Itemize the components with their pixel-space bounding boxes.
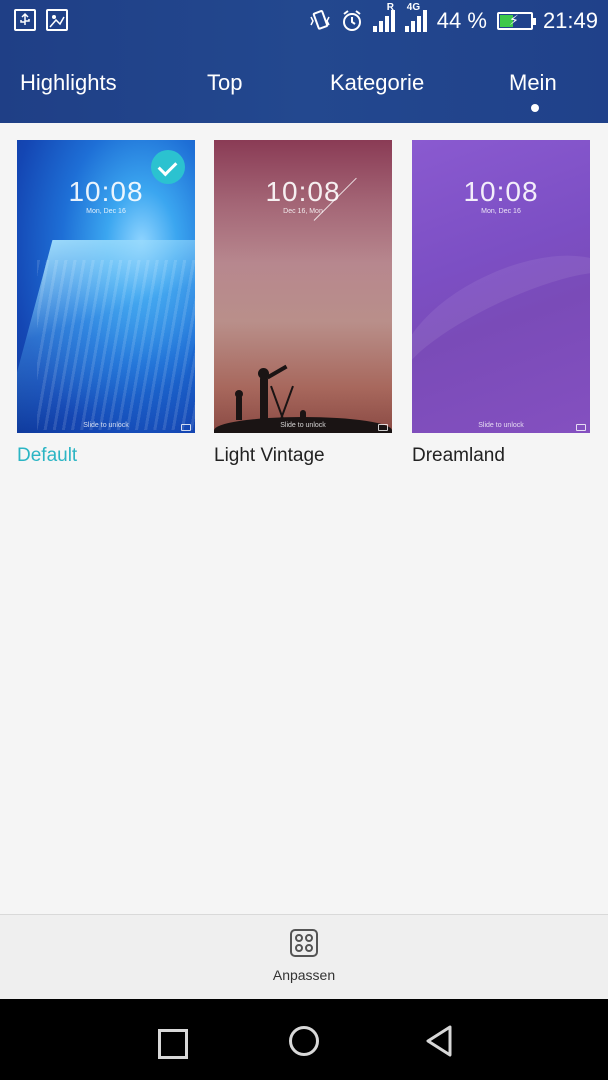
- camera-icon: [181, 424, 191, 431]
- theme-card-dreamland[interactable]: 10:08 Mon, Dec 16 Slide to unlock Dreaml…: [412, 140, 590, 467]
- roaming-tag: R: [386, 2, 395, 13]
- network-type-tag: 4G: [406, 2, 421, 13]
- tab-kategorie[interactable]: Kategorie: [330, 70, 424, 96]
- tab-top[interactable]: Top: [207, 70, 242, 96]
- theme-name[interactable]: Light Vintage: [214, 445, 392, 467]
- bottom-action-bar: Anpassen: [0, 914, 608, 999]
- grid-customize-icon: [290, 929, 318, 957]
- preview-unlock: Slide to unlock: [83, 422, 129, 429]
- preview-unlock: Slide to unlock: [478, 422, 524, 429]
- active-tab-indicator: [531, 104, 539, 112]
- theme-name[interactable]: Dreamland: [412, 445, 590, 467]
- preview-time: 10:08: [463, 176, 539, 207]
- tab-mein[interactable]: Mein: [509, 70, 557, 96]
- selected-check-icon: [151, 150, 185, 184]
- clock: 21:49: [542, 8, 598, 33]
- theme-card-default[interactable]: 10:08 Mon, Dec 16 Slide to unlock Defaul…: [17, 140, 195, 467]
- usb-icon: [14, 9, 36, 31]
- image-icon: [46, 9, 68, 31]
- signal-4g-icon: 4G: [404, 2, 427, 32]
- camera-icon: [576, 424, 586, 431]
- vibrate-icon: [310, 10, 330, 30]
- battery-charging-icon: ⚡: [496, 12, 536, 30]
- home-icon[interactable]: [284, 1021, 324, 1061]
- status-bar: R 4G 44 % ⚡ 21:49: [0, 0, 608, 44]
- preview-date: Mon, Dec 16: [86, 208, 126, 215]
- alarm-icon: [342, 10, 361, 31]
- preview-date: Mon, Dec 16: [481, 208, 521, 215]
- theme-preview[interactable]: 10:08 Dec 16, Mon Slide to unlock: [214, 140, 392, 433]
- preview-unlock: Slide to unlock: [280, 422, 326, 429]
- recent-apps-icon[interactable]: [150, 1021, 190, 1061]
- signal-icon: R: [372, 2, 395, 32]
- theme-preview[interactable]: 10:08 Mon, Dec 16 Slide to unlock: [17, 140, 195, 433]
- back-icon[interactable]: [420, 1021, 460, 1061]
- theme-preview[interactable]: 10:08 Mon, Dec 16 Slide to unlock: [412, 140, 590, 433]
- camera-icon: [378, 424, 388, 431]
- battery-percent: 44 %: [436, 8, 487, 33]
- preview-time: 10:08: [265, 176, 341, 207]
- theme-card-light-vintage[interactable]: 10:08 Dec 16, Mon Slide to unlock Light …: [214, 140, 392, 467]
- app-header: R 4G 44 % ⚡ 21:49 Highlights Top Kategor…: [0, 0, 608, 123]
- tab-highlights[interactable]: Highlights: [20, 70, 117, 96]
- customize-button[interactable]: Anpassen: [254, 929, 354, 997]
- theme-name[interactable]: Default: [17, 445, 195, 467]
- preview-date: Dec 16, Mon: [283, 208, 323, 215]
- customize-label: Anpassen: [272, 967, 336, 983]
- tab-bar: Highlights Top Kategorie Mein: [0, 60, 608, 112]
- system-nav-bar: [0, 999, 608, 1080]
